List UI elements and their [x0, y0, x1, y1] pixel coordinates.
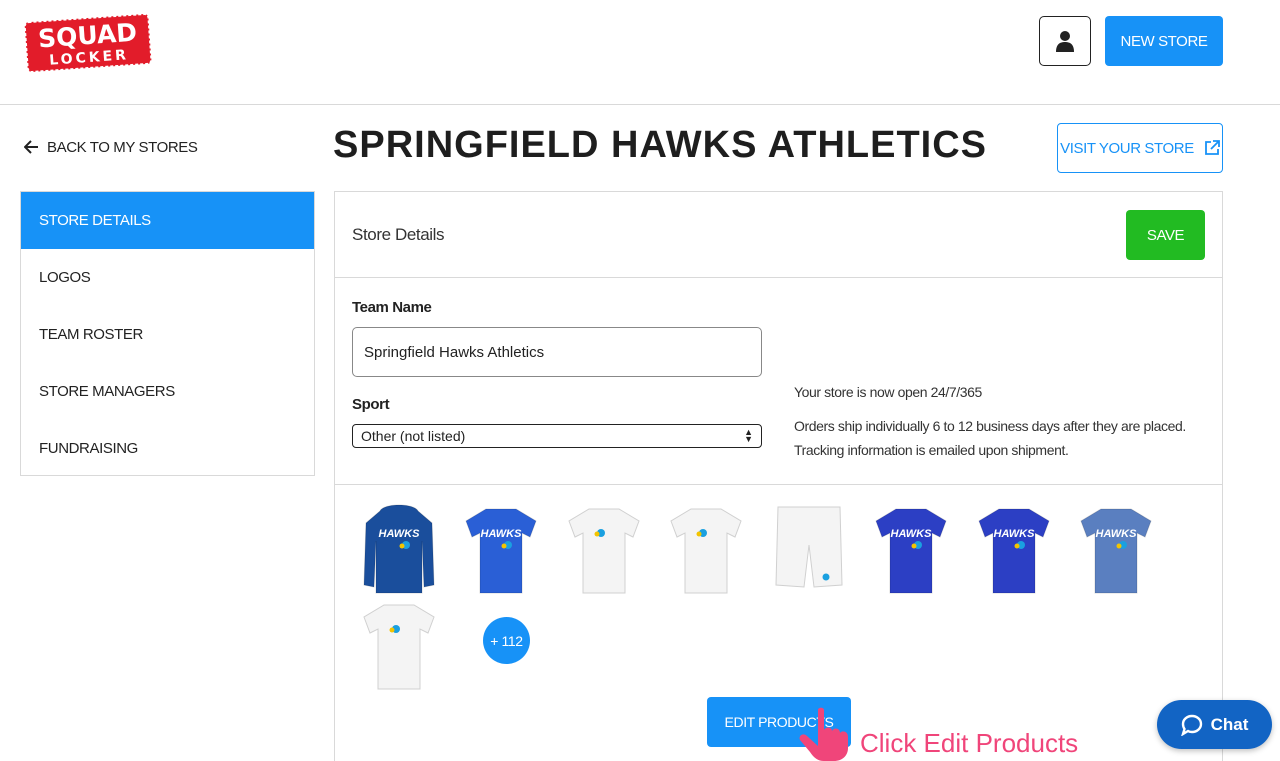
team-name-label: Team Name [352, 299, 432, 316]
chat-label: Chat [1210, 714, 1249, 734]
svg-text:HAWKS: HAWKS [994, 528, 1036, 540]
more-products-badge[interactable]: + 112 [483, 617, 530, 664]
product-thumbnail: HAWKS [1077, 501, 1155, 595]
pointing-hand-icon [799, 707, 848, 761]
external-link-icon [1204, 140, 1220, 155]
chat-bubble-icon [1180, 714, 1202, 736]
back-to-stores-link[interactable]: BACK TO MY STORES [24, 137, 198, 157]
svg-text:HAWKS: HAWKS [1096, 528, 1138, 540]
products-preview: HAWKS HAWKS HAWKS HAWKS HAWKS + 112 EDIT… [335, 485, 1222, 761]
product-thumbnail: HAWKS [975, 501, 1053, 595]
team-name-input[interactable] [352, 327, 762, 377]
select-arrows-icon: ▲ ▼ [744, 427, 753, 444]
store-open-info: Your store is now open 24/7/365 [794, 384, 982, 400]
store-sidebar: STORE DETAILS LOGOS TEAM ROSTER STORE MA… [20, 191, 315, 476]
product-thumbnail [360, 597, 438, 691]
store-details-panel: Store Details SAVE Team Name Sport Other… [334, 191, 1223, 761]
sport-label: Sport [352, 396, 390, 413]
product-thumbnail [565, 501, 643, 595]
sidebar-item-team-roster[interactable]: TEAM ROSTER [21, 306, 314, 363]
product-thumbnail [770, 501, 848, 595]
sidebar-item-logos[interactable]: LOGOS [21, 249, 314, 306]
svg-text:HAWKS: HAWKS [379, 528, 421, 540]
tracking-info: Tracking information is emailed upon shi… [794, 442, 1069, 458]
svg-text:HAWKS: HAWKS [481, 528, 523, 540]
visit-store-button[interactable]: VISIT YOUR STORE [1057, 123, 1223, 173]
sidebar-item-store-managers[interactable]: STORE MANAGERS [21, 363, 314, 420]
sport-select[interactable]: Other (not listed) ▲ ▼ [352, 424, 762, 448]
sport-select-value: Other (not listed) [361, 428, 466, 444]
panel-header: Store Details SAVE [335, 192, 1222, 278]
product-thumbnail: HAWKS [462, 501, 540, 595]
sidebar-item-fundraising[interactable]: FUNDRAISING [21, 420, 314, 477]
new-store-button[interactable]: NEW STORE [1105, 16, 1223, 66]
chat-button[interactable]: Chat [1157, 700, 1272, 749]
product-thumbnail [667, 501, 745, 595]
svg-text:HAWKS: HAWKS [891, 528, 933, 540]
save-button[interactable]: SAVE [1126, 210, 1205, 260]
squad-locker-logo[interactable]: SQUAD LOCKER [20, 10, 156, 74]
account-button[interactable] [1039, 16, 1091, 66]
back-link-label: BACK TO MY STORES [47, 138, 198, 156]
sidebar-item-store-details[interactable]: STORE DETAILS [21, 192, 314, 249]
product-thumbnail: HAWKS [872, 501, 950, 595]
click-edit-products-annotation: Click Edit Products [860, 728, 1079, 758]
page-title: SPRINGFIELD HAWKS ATHLETICS [333, 124, 987, 166]
store-details-form: Team Name Sport Other (not listed) ▲▼ Yo… [335, 278, 1222, 485]
product-thumbnail: HAWKS [360, 501, 438, 595]
top-header: SQUAD LOCKER NEW STORE [0, 0, 1280, 105]
shipping-info: Orders ship individually 6 to 12 busines… [794, 418, 1186, 434]
user-icon [1056, 31, 1074, 52]
visit-store-label: VISIT YOUR STORE [1060, 139, 1194, 157]
panel-title: Store Details [352, 225, 445, 244]
arrow-left-icon [24, 140, 38, 154]
